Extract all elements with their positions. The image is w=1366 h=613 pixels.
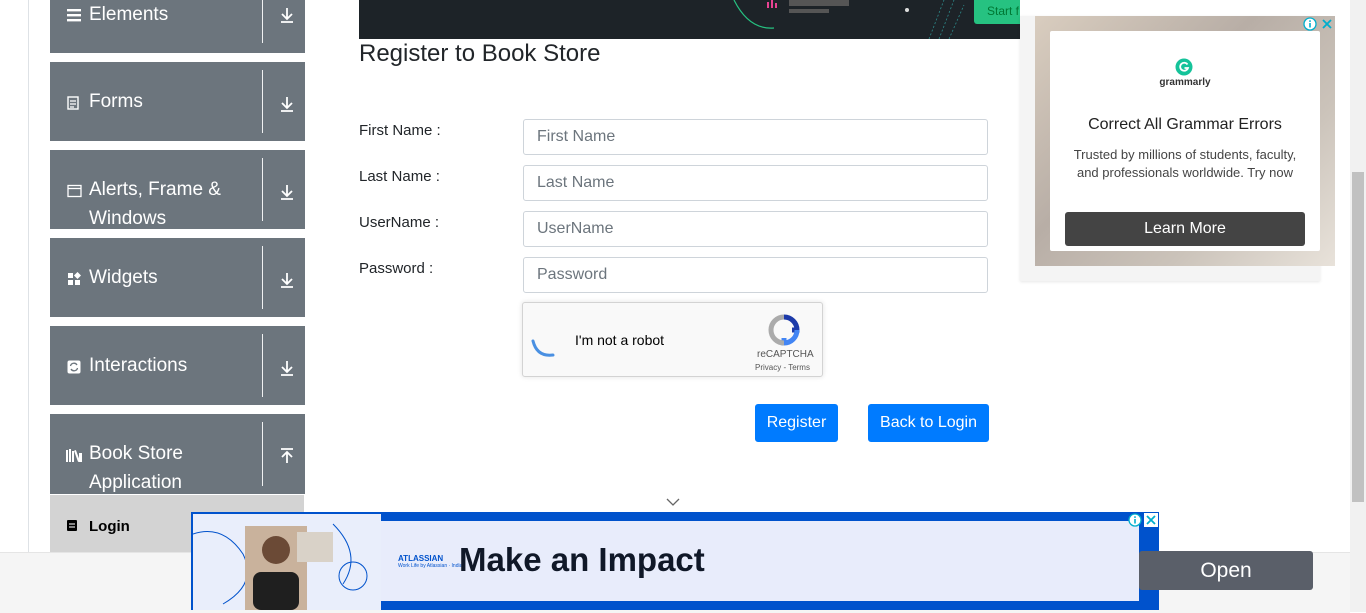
recaptcha-links[interactable]: Privacy - Terms <box>755 363 810 372</box>
sidebar-item-label: Login <box>89 518 130 535</box>
recaptcha-label: I'm not a robot <box>575 332 665 348</box>
window-icon <box>67 184 82 198</box>
group-book-store[interactable]: Book Store Application <box>50 414 305 495</box>
first-name-input[interactable] <box>523 119 988 155</box>
group-title: Elements <box>89 4 169 25</box>
group-title: Book Store Application <box>89 443 183 493</box>
open-button[interactable]: Open <box>1139 551 1313 590</box>
password-label: Password : <box>359 260 434 277</box>
chevron-down-icon[interactable] <box>665 496 681 508</box>
username-input[interactable] <box>523 211 988 247</box>
recaptcha-spinner-icon[interactable] <box>529 335 557 359</box>
page-title: Register to Book Store <box>359 40 601 67</box>
last-name-label: Last Name : <box>359 168 440 185</box>
ad-brand: grammarly <box>1159 77 1211 88</box>
ad-brand: ATLASSIAN <box>398 554 444 563</box>
divider <box>262 0 263 43</box>
divider <box>262 158 263 221</box>
group-forms[interactable]: Forms <box>50 62 305 142</box>
last-name-input[interactable] <box>523 165 988 201</box>
ad-headline: Make an Impact <box>459 541 705 578</box>
divider <box>262 334 263 397</box>
ad-graphic <box>733 0 965 39</box>
recaptcha-widget[interactable]: I'm not a robot reCAPTCHA Privacy - Term… <box>522 302 823 377</box>
ad-headline: Correct All Grammar Errors <box>1088 116 1282 133</box>
username-label: UserName : <box>359 214 440 231</box>
arrow-down-icon[interactable] <box>278 359 296 377</box>
learn-more-button[interactable]: Learn More <box>1065 212 1305 246</box>
divider <box>262 246 263 309</box>
group-interactions[interactable]: Interactions <box>50 326 305 406</box>
hamburger-icon <box>67 9 81 22</box>
widgets-icon <box>68 272 81 285</box>
close-icon[interactable] <box>1144 513 1158 527</box>
ad-info-icon[interactable] <box>1128 513 1142 527</box>
document-icon <box>67 96 79 110</box>
arrow-down-icon[interactable] <box>278 271 296 289</box>
arrow-down-icon[interactable] <box>278 6 296 24</box>
group-title: Alerts, Frame & Windows <box>89 179 221 229</box>
group-title: Widgets <box>89 267 158 288</box>
ad-card: grammarly Correct All Grammar Errors Tru… <box>1050 31 1320 251</box>
group-title: Forms <box>89 91 143 112</box>
password-input[interactable] <box>523 257 988 293</box>
recaptcha-logo-icon <box>768 314 800 346</box>
scrollbar[interactable] <box>1350 0 1366 612</box>
right-ad[interactable]: grammarly Correct All Grammar Errors Tru… <box>1020 16 1335 281</box>
recaptcha-brand: reCAPTCHA <box>757 349 814 360</box>
arrow-up-icon[interactable] <box>278 447 296 465</box>
ad-image <box>193 514 381 610</box>
arrow-down-icon[interactable] <box>278 183 296 201</box>
close-icon[interactable] <box>1320 17 1334 31</box>
login-icon <box>67 520 77 531</box>
grammarly-logo-icon <box>1175 58 1193 76</box>
register-button[interactable]: Register <box>755 404 838 442</box>
bottom-ad[interactable]: ATLASSIAN Work Life by Atlassian · India… <box>191 512 1313 610</box>
books-icon <box>66 449 82 462</box>
divider <box>262 422 263 486</box>
group-title: Interactions <box>89 355 188 376</box>
ad-info-icon[interactable] <box>1303 17 1317 31</box>
top-ad-banner[interactable]: Start f <box>359 0 1020 39</box>
back-to-login-button[interactable]: Back to Login <box>868 404 989 442</box>
group-alerts[interactable]: Alerts, Frame & Windows <box>50 150 305 230</box>
top-ad-cta[interactable]: Start f <box>974 0 1020 24</box>
ad-panel: ATLASSIAN Work Life by Atlassian · India… <box>381 521 1313 601</box>
group-widgets[interactable]: Widgets <box>50 238 305 318</box>
scrollbar-thumb[interactable] <box>1352 172 1364 502</box>
sidebar-border <box>28 0 29 552</box>
ad-description: Trusted by millions of students, faculty… <box>1073 147 1297 180</box>
interactions-icon <box>67 360 81 374</box>
arrow-down-icon[interactable] <box>278 95 296 113</box>
divider <box>262 70 263 133</box>
first-name-label: First Name : <box>359 122 441 139</box>
group-elements[interactable]: Elements <box>50 0 305 54</box>
ad-brand-sub: Work Life by Atlassian · India <box>398 563 463 569</box>
